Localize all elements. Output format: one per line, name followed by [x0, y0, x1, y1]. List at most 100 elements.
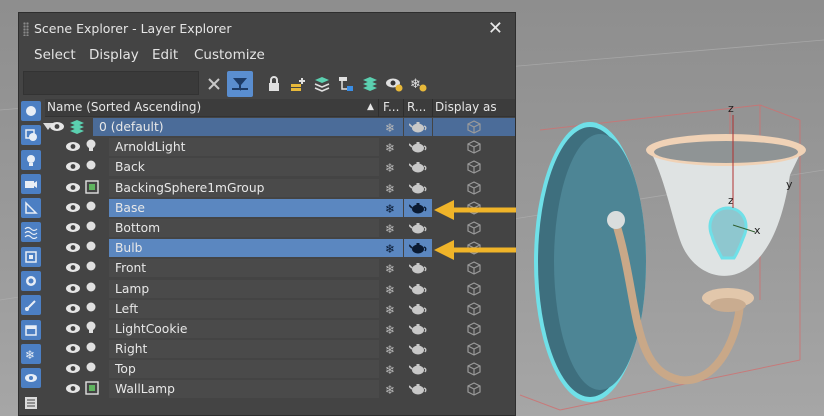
geometry-icon[interactable]	[21, 101, 41, 121]
display-as-box-icon[interactable]	[433, 300, 515, 318]
freeze-toggle-icon[interactable]: ❄	[379, 178, 403, 197]
search-input[interactable]	[23, 71, 199, 95]
container-icon[interactable]	[21, 319, 41, 340]
name-cell[interactable]	[109, 259, 379, 278]
visibility-eye-icon[interactable]	[65, 222, 81, 236]
layer-row[interactable]: 0 (default) ❄	[43, 117, 515, 137]
name-cell[interactable]	[109, 279, 379, 298]
visibility-eye-icon[interactable]	[65, 383, 81, 397]
freeze-toggle-icon[interactable]: ❄	[379, 380, 403, 399]
display-as-box-icon[interactable]	[433, 320, 515, 338]
freeze-toggle-icon[interactable]: ❄	[379, 218, 403, 237]
visibility-eye-icon[interactable]	[65, 303, 81, 317]
object-row[interactable]: WallLamp ❄	[45, 379, 515, 399]
renderable-teapot-icon[interactable]	[404, 178, 432, 197]
add-layer-icon[interactable]	[285, 71, 311, 97]
renderable-teapot-icon[interactable]	[404, 239, 432, 258]
renderable-teapot-icon[interactable]	[404, 218, 432, 237]
visibility-eye-icon[interactable]	[65, 141, 81, 155]
renderable-teapot-icon[interactable]	[404, 279, 432, 298]
visibility-icon[interactable]	[381, 71, 407, 97]
name-cell[interactable]	[109, 198, 379, 217]
renderable-teapot-icon[interactable]	[404, 380, 432, 399]
display-children-icon[interactable]	[23, 395, 39, 414]
object-row[interactable]: BackingSphere1mGroup ❄	[45, 178, 515, 198]
column-display-as-header[interactable]: Display as	[435, 100, 497, 114]
filter-icon[interactable]	[227, 71, 253, 97]
name-cell[interactable]	[109, 299, 379, 318]
display-as-box-icon[interactable]	[433, 118, 515, 136]
name-cell[interactable]	[109, 239, 379, 258]
freeze-toggle-icon[interactable]: ❄	[379, 259, 403, 278]
visibility-eye-icon[interactable]	[65, 161, 81, 175]
visibility-eye-icon[interactable]	[65, 182, 81, 196]
menu-display[interactable]: Display	[89, 47, 139, 63]
clear-filter-icon[interactable]	[201, 71, 227, 97]
freeze-toggle-icon[interactable]: ❄	[379, 360, 403, 379]
name-cell[interactable]	[109, 340, 379, 359]
freeze-toggle-icon[interactable]: ❄	[379, 138, 403, 157]
freeze-toggle-icon[interactable]: ❄	[379, 279, 403, 298]
visibility-eye-icon[interactable]	[49, 121, 65, 135]
spacewarp-icon[interactable]	[21, 222, 41, 243]
freeze-icon[interactable]: ❄	[405, 71, 431, 97]
menu-edit[interactable]: Edit	[152, 47, 178, 63]
visibility-eye-icon[interactable]	[65, 202, 81, 216]
renderable-teapot-icon[interactable]	[404, 158, 432, 177]
display-as-box-icon[interactable]	[433, 259, 515, 277]
column-render-header[interactable]: R...	[407, 100, 426, 114]
close-button[interactable]: ✕	[488, 18, 503, 39]
menu-customize[interactable]: Customize	[194, 47, 265, 63]
frozen-icon[interactable]: ❄	[21, 343, 41, 364]
renderable-teapot-icon[interactable]	[404, 198, 432, 217]
column-freeze-header[interactable]: F...	[383, 100, 399, 114]
visibility-eye-icon[interactable]	[65, 323, 81, 337]
object-row[interactable]: Back ❄	[45, 157, 515, 177]
freeze-toggle-icon[interactable]: ❄	[379, 118, 403, 136]
display-as-box-icon[interactable]	[433, 340, 515, 358]
xref-icon[interactable]	[21, 271, 41, 292]
renderable-teapot-icon[interactable]	[404, 138, 432, 157]
menu-select[interactable]: Select	[34, 47, 76, 63]
hierarchy-icon[interactable]	[333, 71, 359, 97]
camera-icon[interactable]	[21, 173, 41, 194]
object-row[interactable]: ArnoldLight ❄	[45, 137, 515, 157]
renderable-teapot-icon[interactable]	[404, 299, 432, 318]
renderable-teapot-icon[interactable]	[404, 259, 432, 278]
freeze-toggle-icon[interactable]: ❄	[379, 340, 403, 359]
renderable-teapot-icon[interactable]	[404, 360, 432, 379]
freeze-toggle-icon[interactable]: ❄	[379, 158, 403, 177]
renderable-teapot-icon[interactable]	[404, 118, 432, 136]
layers-icon[interactable]	[309, 71, 335, 97]
freeze-toggle-icon[interactable]: ❄	[379, 198, 403, 217]
visibility-eye-icon[interactable]	[65, 262, 81, 276]
display-as-box-icon[interactable]	[433, 179, 515, 197]
group-icon[interactable]	[21, 246, 41, 267]
display-as-box-icon[interactable]	[433, 380, 515, 398]
object-row[interactable]: Lamp ❄	[45, 279, 515, 299]
object-row[interactable]: Left ❄	[45, 299, 515, 319]
visibility-eye-icon[interactable]	[65, 343, 81, 357]
object-row[interactable]: Top ❄	[45, 359, 515, 379]
name-cell[interactable]	[109, 158, 379, 177]
visibility-eye-icon[interactable]	[65, 283, 81, 297]
title-bar[interactable]: Scene Explorer - Layer Explorer ✕	[19, 13, 515, 45]
object-row[interactable]: LightCookie ❄	[45, 319, 515, 339]
drag-grip-icon[interactable]	[23, 22, 29, 36]
object-row[interactable]: Right ❄	[45, 339, 515, 359]
light-icon[interactable]	[21, 149, 41, 170]
helper-icon[interactable]	[21, 198, 41, 219]
display-as-box-icon[interactable]	[433, 138, 515, 156]
visibility-eye-icon[interactable]	[65, 363, 81, 377]
freeze-toggle-icon[interactable]: ❄	[379, 319, 403, 338]
renderable-teapot-icon[interactable]	[404, 340, 432, 359]
shapes-icon[interactable]	[21, 125, 41, 146]
freeze-toggle-icon[interactable]: ❄	[379, 239, 403, 258]
layer-stack-icon[interactable]	[357, 71, 383, 97]
lock-icon[interactable]	[261, 71, 287, 97]
hidden-icon[interactable]	[21, 368, 41, 389]
display-as-box-icon[interactable]	[433, 280, 515, 298]
renderable-teapot-icon[interactable]	[404, 319, 432, 338]
name-cell[interactable]	[109, 360, 379, 379]
freeze-toggle-icon[interactable]: ❄	[379, 299, 403, 318]
